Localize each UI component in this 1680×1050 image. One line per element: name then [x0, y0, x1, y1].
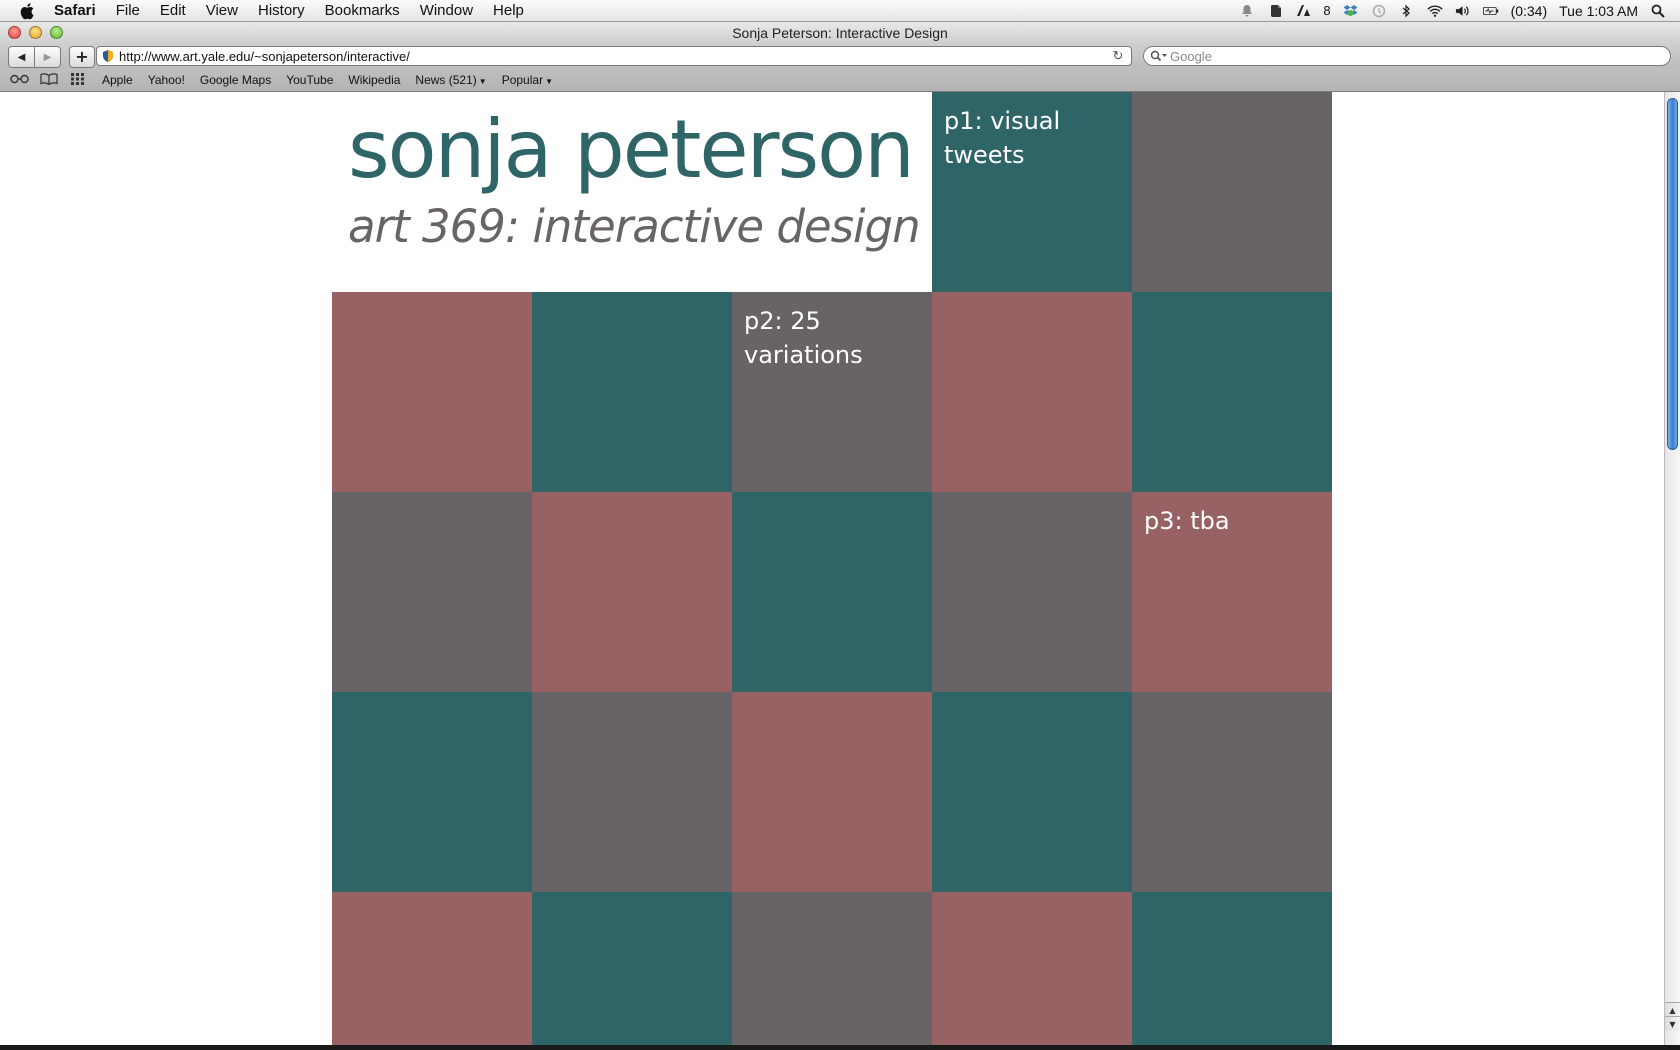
- bluetooth-icon[interactable]: [1399, 4, 1415, 18]
- grid-tile: [1132, 892, 1332, 1045]
- grid-tile: [1132, 292, 1332, 492]
- site-subtitle: art 369: interactive design: [348, 200, 921, 253]
- project-tile-p1[interactable]: p1: visual tweets: [932, 92, 1132, 292]
- search-field[interactable]: [1143, 46, 1671, 66]
- scroll-down-arrow-icon[interactable]: ▼: [1665, 1016, 1680, 1031]
- menu-bookmarks[interactable]: Bookmarks: [325, 2, 400, 19]
- grid-tile: [332, 892, 532, 1045]
- grid-tile: [1132, 92, 1332, 292]
- grid-tile: [532, 892, 732, 1045]
- project-tile-p3[interactable]: p3: tba: [1132, 492, 1332, 692]
- bookmark-apple[interactable]: Apple: [102, 73, 133, 87]
- notification-bell-icon[interactable]: [1239, 4, 1255, 18]
- bookmark-popular-label: Popular: [501, 73, 544, 87]
- menu-bar: Safari File Edit View History Bookmarks …: [0, 0, 1680, 22]
- page-viewport: sonja peterson art 369: interactive desi…: [0, 92, 1664, 1045]
- grid-tile: [332, 692, 532, 892]
- evernote-icon[interactable]: [1267, 4, 1283, 18]
- window-title: Sonja Peterson: Interactive Design: [732, 25, 948, 41]
- bookmark-yahoo[interactable]: Yahoo!: [148, 73, 185, 87]
- top-sites-grid-icon[interactable]: [68, 72, 87, 86]
- project-tile-p2[interactable]: p2: 25 variations: [732, 292, 932, 492]
- site-title: sonja peterson: [348, 103, 915, 196]
- url-text[interactable]: http://www.art.yale.edu/~sonjapeterson/i…: [119, 49, 1109, 64]
- battery-icon[interactable]: [1482, 4, 1499, 18]
- site-header: sonja peterson art 369: interactive desi…: [332, 92, 932, 292]
- address-bar[interactable]: http://www.art.yale.edu/~sonjapeterson/i…: [96, 46, 1132, 66]
- grid-tile: [732, 692, 932, 892]
- search-input[interactable]: [1170, 48, 1650, 64]
- dropbox-icon[interactable]: [1343, 4, 1359, 18]
- search-icon[interactable]: [1148, 48, 1170, 64]
- clock[interactable]: Tue 1:03 AM: [1559, 3, 1638, 19]
- project-label-p2: p2: 25 variations: [744, 307, 863, 369]
- bookmark-folder-popular[interactable]: Popular ▼: [502, 73, 553, 87]
- bookmark-folder-news[interactable]: News (521) ▼: [415, 73, 486, 87]
- bookmark-youtube[interactable]: YouTube: [286, 73, 333, 87]
- scrollbar-thumb[interactable]: [1667, 98, 1678, 450]
- menu-file[interactable]: File: [116, 2, 140, 19]
- bookmarks-bar: Apple Yahoo! Google Maps YouTube Wikiped…: [0, 68, 1680, 92]
- menu-edit[interactable]: Edit: [160, 2, 186, 19]
- dropdown-arrow-icon: ▼: [545, 77, 553, 86]
- grid-tile: [932, 492, 1132, 692]
- time-machine-icon[interactable]: [1371, 4, 1387, 18]
- grid-tile: [532, 492, 732, 692]
- back-button[interactable]: ◀: [9, 47, 34, 67]
- grid-tile: [532, 292, 732, 492]
- reading-list-icon[interactable]: [10, 72, 29, 86]
- grid-tile: [732, 892, 932, 1045]
- dropdown-arrow-icon: ▼: [478, 77, 487, 86]
- grid-tile: [332, 292, 532, 492]
- bookmark-news-label: News (521): [415, 73, 477, 87]
- volume-icon[interactable]: [1455, 4, 1471, 18]
- grid-tile: [932, 892, 1132, 1045]
- grid-tile: [732, 492, 932, 692]
- bookmarks-book-icon[interactable]: [39, 72, 58, 86]
- menu-window[interactable]: Window: [420, 2, 473, 19]
- grid-tile: [932, 292, 1132, 492]
- reload-icon[interactable]: ↻: [1109, 47, 1127, 65]
- add-bookmark-button[interactable]: +: [69, 46, 95, 68]
- window-bottom-edge: [0, 1045, 1680, 1050]
- site-favicon-icon: [101, 49, 115, 63]
- project-label-p3: p3: tba: [1144, 507, 1230, 535]
- notification-count: 8: [1323, 3, 1331, 18]
- back-forward-group: ◀ ▶: [8, 46, 61, 68]
- vertical-scrollbar[interactable]: ▲ ▼: [1664, 92, 1680, 1045]
- menu-help[interactable]: Help: [493, 2, 524, 19]
- forward-button[interactable]: ▶: [34, 47, 60, 67]
- wifi-icon[interactable]: [1426, 4, 1443, 18]
- apple-menu-icon[interactable]: [18, 1, 38, 21]
- spotlight-search-icon[interactable]: [1650, 4, 1666, 18]
- grid-tile: [932, 692, 1132, 892]
- browser-toolbar: ◀ ▶ + http://www.art.yale.edu/~sonjapete…: [0, 44, 1680, 68]
- scroll-up-arrow-icon[interactable]: ▲: [1665, 1002, 1680, 1017]
- grid-tile: [332, 492, 532, 692]
- bookmark-google-maps[interactable]: Google Maps: [200, 73, 271, 87]
- menu-app-name[interactable]: Safari: [54, 2, 96, 19]
- grid-tile: [532, 692, 732, 892]
- bookmark-wikipedia[interactable]: Wikipedia: [348, 73, 400, 87]
- grid-tile: [1132, 692, 1332, 892]
- menu-history[interactable]: History: [258, 2, 305, 19]
- window-title-bar: Sonja Peterson: Interactive Design: [0, 22, 1680, 44]
- adobe-notifier-icon[interactable]: [1295, 4, 1311, 18]
- project-label-p1: p1: visual tweets: [944, 107, 1061, 169]
- battery-time: (0:34): [1510, 2, 1548, 19]
- menu-view[interactable]: View: [206, 2, 238, 19]
